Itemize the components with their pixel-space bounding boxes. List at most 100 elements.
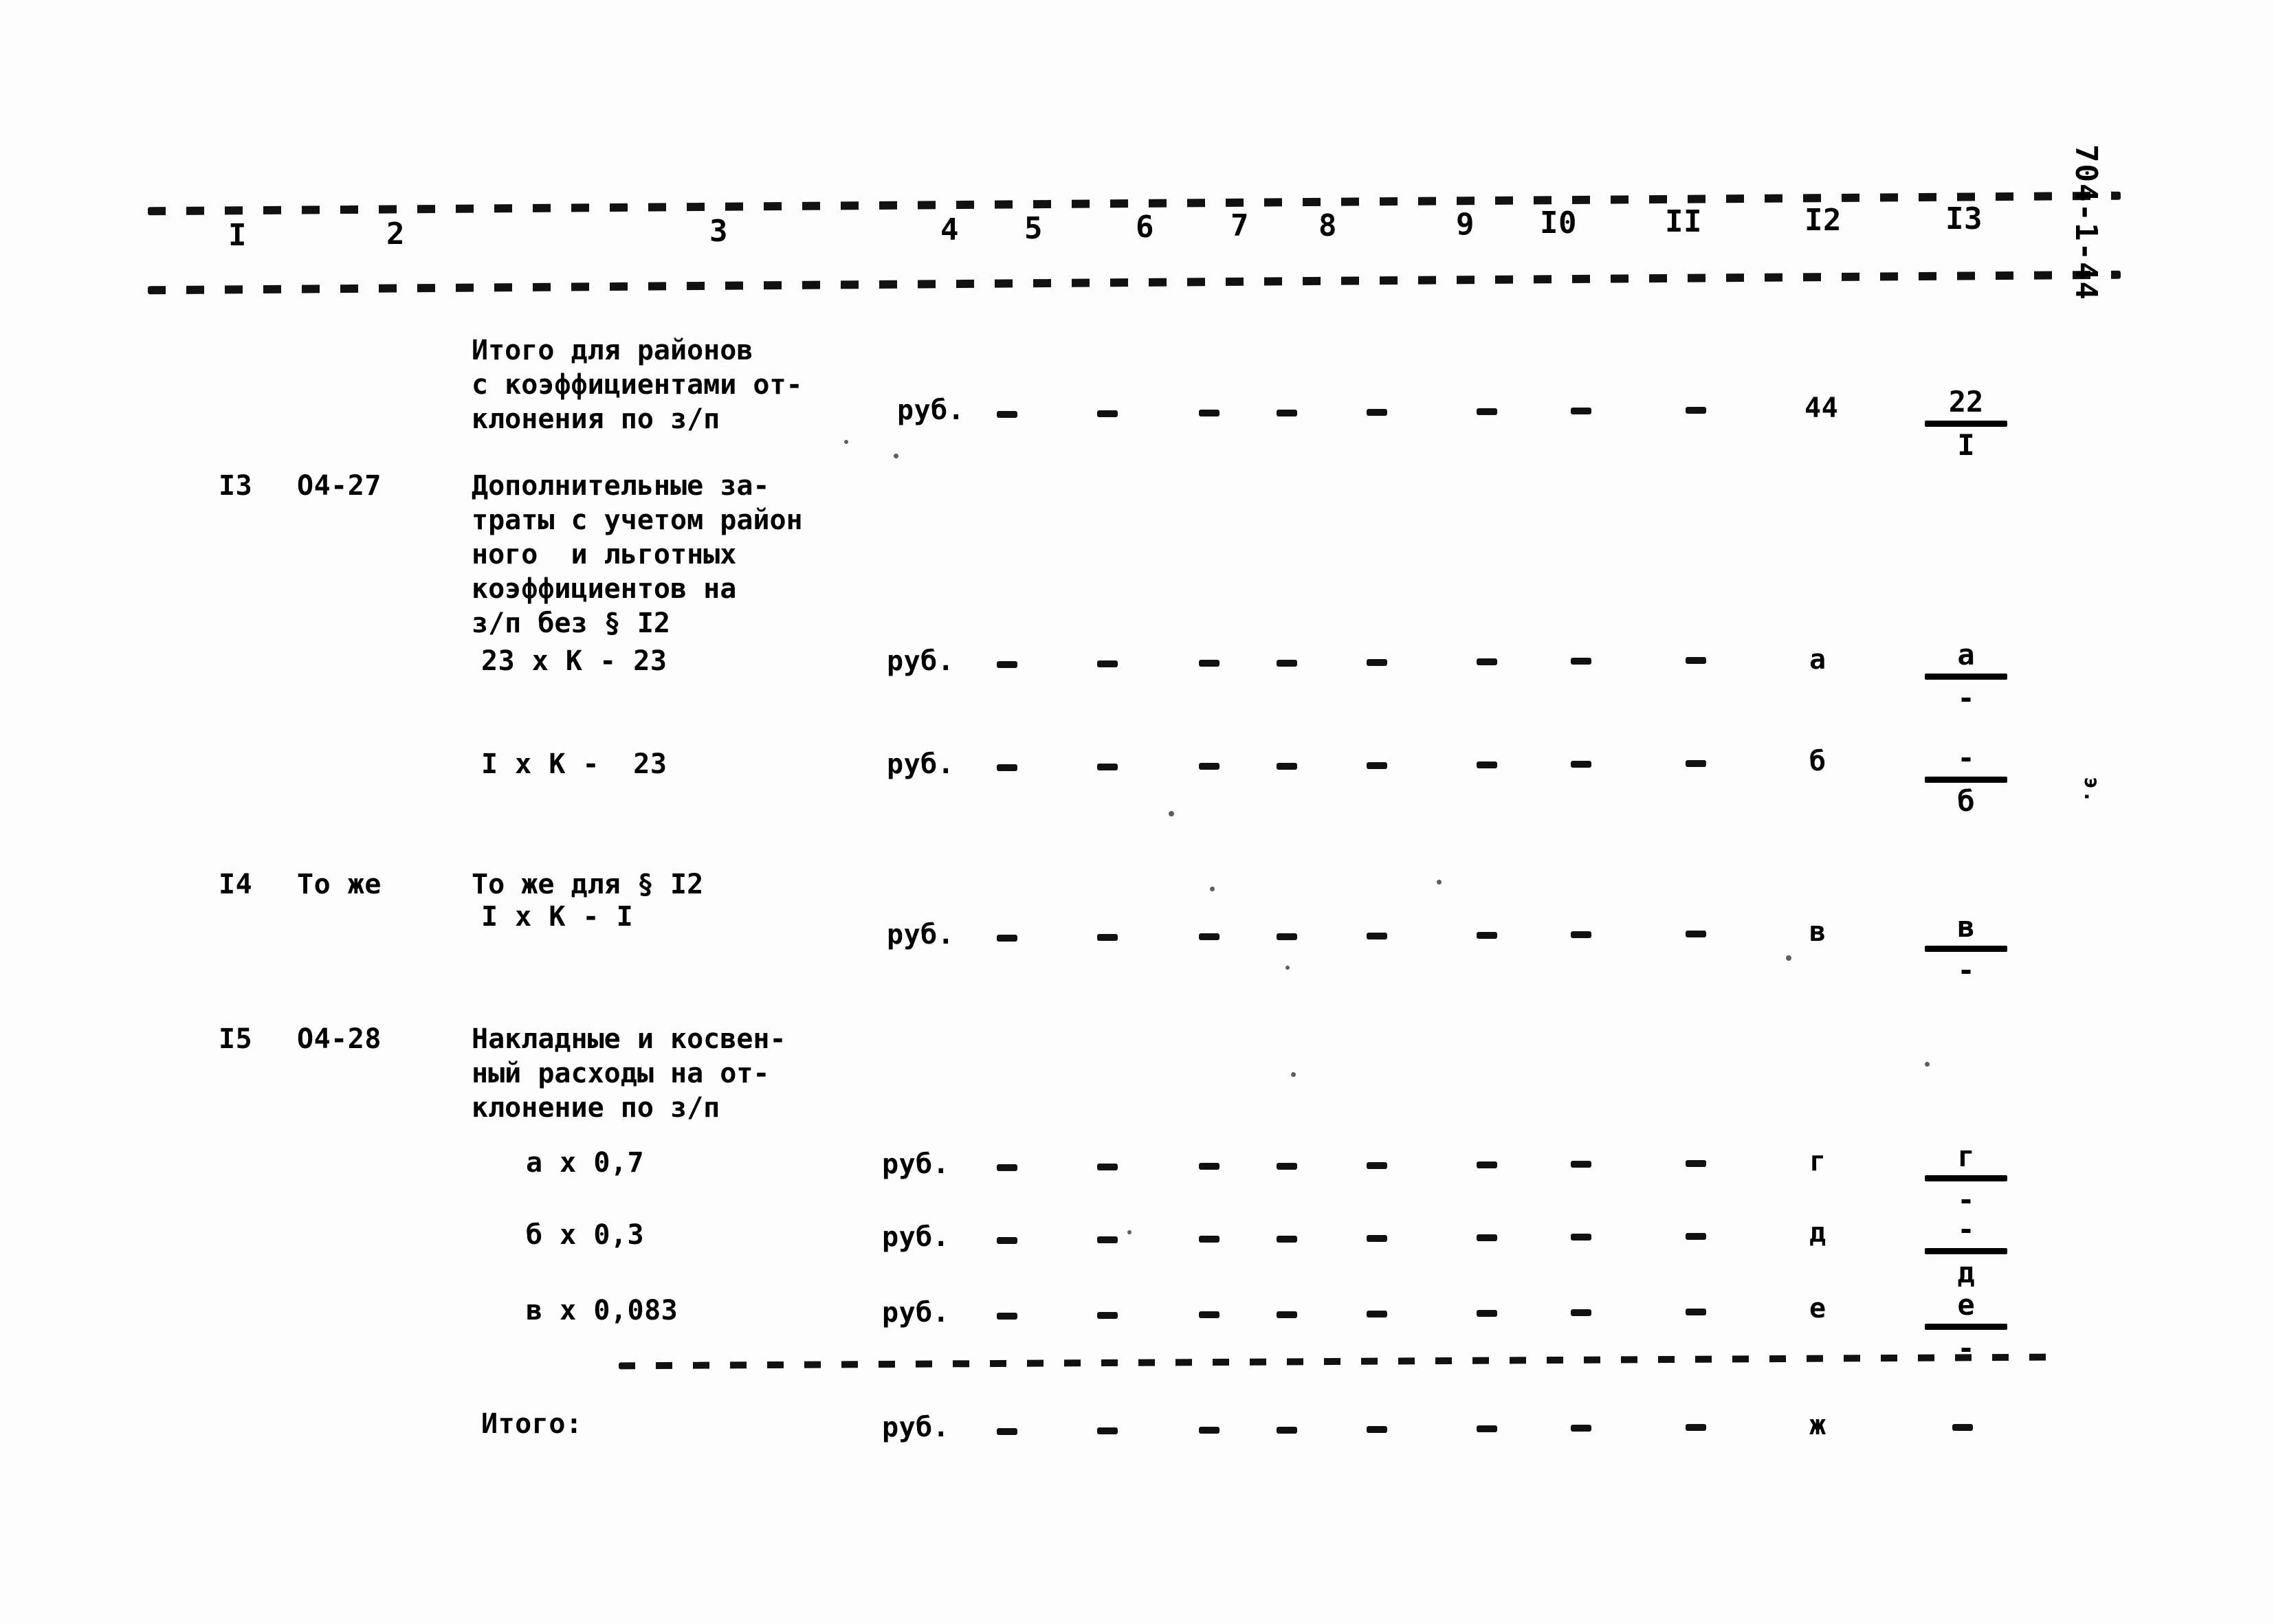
fraction-bar [1925, 777, 2007, 783]
row-6-cell-7 [1277, 1311, 1297, 1318]
row-3-unit: руб. [887, 919, 955, 950]
row-3-number: I4 [219, 869, 253, 900]
total-col13 [1952, 1424, 1973, 1431]
total-cell-10 [1571, 1425, 1591, 1432]
row-3-description: То же для § I2 [472, 869, 704, 900]
row-3-cell-7 [1277, 933, 1297, 940]
total-cell-5 [1097, 1427, 1118, 1434]
scan-speck [844, 440, 848, 444]
row-4-col13-numerator: г [1957, 1139, 1975, 1173]
row-2-cell-6 [1199, 763, 1219, 770]
row-3-cell-10 [1571, 931, 1591, 938]
row-0-cell-9 [1477, 408, 1497, 415]
row-1-cell-8 [1367, 659, 1387, 666]
row-0-col12: 44 [1804, 392, 1839, 424]
row-4-col13-fraction: г - [1911, 1141, 2021, 1216]
scan-speck [894, 454, 898, 458]
row-1-cell-10 [1571, 658, 1591, 665]
row-2-cell-8 [1367, 762, 1387, 769]
row-0-cell-8 [1367, 409, 1387, 416]
row-0-cell-10 [1571, 408, 1591, 414]
row-5-cell-4 [997, 1237, 1017, 1244]
row-5-cell-9 [1477, 1234, 1497, 1241]
row-5-cell-5 [1097, 1236, 1118, 1243]
row-3-cell-5 [1097, 934, 1118, 941]
row-6-cell-11 [1686, 1309, 1706, 1315]
row-6-cell-6 [1199, 1311, 1219, 1318]
fraction-bar [1925, 1175, 2007, 1181]
row-3-cell-11 [1686, 931, 1706, 937]
row-5-col13-denominator: д [1957, 1256, 1975, 1289]
row-3-col13-fraction: в - [1911, 911, 2021, 986]
total-cell-7 [1277, 1427, 1297, 1434]
row-6-cell-8 [1367, 1311, 1387, 1317]
row-5-cell-11 [1686, 1233, 1706, 1240]
total-cell-6 [1199, 1427, 1219, 1434]
row-3-col12: в [1809, 916, 1826, 948]
row-2-unit: руб. [887, 748, 955, 780]
row-0-description: Итого для районов с коэффициентами от- к… [472, 335, 803, 435]
column-header-7: 7 [1230, 208, 1249, 243]
row-6-cell-10 [1571, 1309, 1591, 1316]
row-1-unit: руб. [887, 645, 955, 677]
row-4-cell-7 [1277, 1163, 1297, 1170]
column-header-9: 9 [1456, 207, 1475, 242]
row-1-description: Дополнительные за- траты с учетом район … [472, 470, 803, 639]
fraction-bar [1925, 946, 2007, 952]
column-header-11: II [1665, 204, 1702, 239]
row-4-formula: а х 0,7 [526, 1147, 645, 1179]
scan-speck [1291, 1072, 1296, 1077]
row-4-cell-4 [997, 1164, 1017, 1171]
fraction-bar [1925, 1324, 2007, 1330]
row-2-cell-4 [997, 764, 1017, 771]
total-col12: ж [1809, 1410, 1826, 1441]
row-2-col13-denominator: б [1957, 784, 1975, 818]
row-5-cell-6 [1199, 1236, 1219, 1243]
total-cell-4 [997, 1428, 1017, 1435]
row-1-cell-5 [1097, 660, 1118, 667]
row-2-cell-10 [1571, 761, 1591, 768]
row-2-cell-7 [1277, 763, 1297, 770]
row-4-cell-5 [1097, 1164, 1118, 1170]
row-6-col12: е [1809, 1293, 1826, 1324]
scan-speck [1786, 955, 1791, 961]
row-4-cell-11 [1686, 1160, 1706, 1167]
row-5-cell-7 [1277, 1236, 1297, 1243]
row-0-cell-7 [1277, 410, 1297, 416]
header-bottom-dashed-rule [147, 270, 2121, 295]
row-1-cell-6 [1199, 660, 1219, 667]
row-1-col13-fraction: а - [1911, 639, 2021, 714]
row-0-unit: руб. [897, 394, 965, 426]
row-3-cell-6 [1199, 933, 1219, 940]
row-6-formula: в х 0,083 [526, 1295, 678, 1326]
total-separator-dashed-rule [618, 1353, 2049, 1370]
scan-speck [1210, 887, 1215, 891]
column-header-12: I2 [1804, 203, 1842, 238]
row-2-cell-11 [1686, 760, 1706, 767]
scan-speck [1127, 1230, 1132, 1234]
row-2-col12: б [1809, 746, 1826, 777]
row-2-cell-9 [1477, 761, 1497, 768]
row-5-unit: руб. [882, 1221, 950, 1253]
scan-speck [1925, 1062, 1930, 1067]
row-3-formula: I х К - I [481, 901, 634, 933]
row-4-cell-8 [1367, 1162, 1387, 1169]
margin-stamp-mid: э. [2079, 777, 2104, 805]
row-4-cell-10 [1571, 1161, 1591, 1168]
total-cell-9 [1477, 1425, 1497, 1432]
row-3-cell-8 [1367, 933, 1387, 939]
row-4-code: О4-28 [297, 1023, 382, 1055]
row-4-description: Накладные и косвен- ный расходы на от- к… [472, 1023, 786, 1124]
scan-speck [1437, 880, 1442, 885]
row-4-col12: г [1809, 1146, 1826, 1177]
row-0-cell-6 [1199, 410, 1219, 416]
row-4-cell-6 [1199, 1163, 1219, 1170]
row-1-cell-9 [1477, 658, 1497, 665]
row-4-col13-denominator: - [1957, 1183, 1975, 1216]
margin-stamp-archive-code: 704-1-44 [2068, 144, 2104, 301]
row-5-cell-10 [1571, 1234, 1591, 1241]
row-1-cell-7 [1277, 660, 1297, 667]
row-5-formula: б х 0,3 [526, 1219, 645, 1251]
row-1-code: О4-27 [297, 470, 382, 502]
row-0-cell-5 [1097, 410, 1118, 417]
